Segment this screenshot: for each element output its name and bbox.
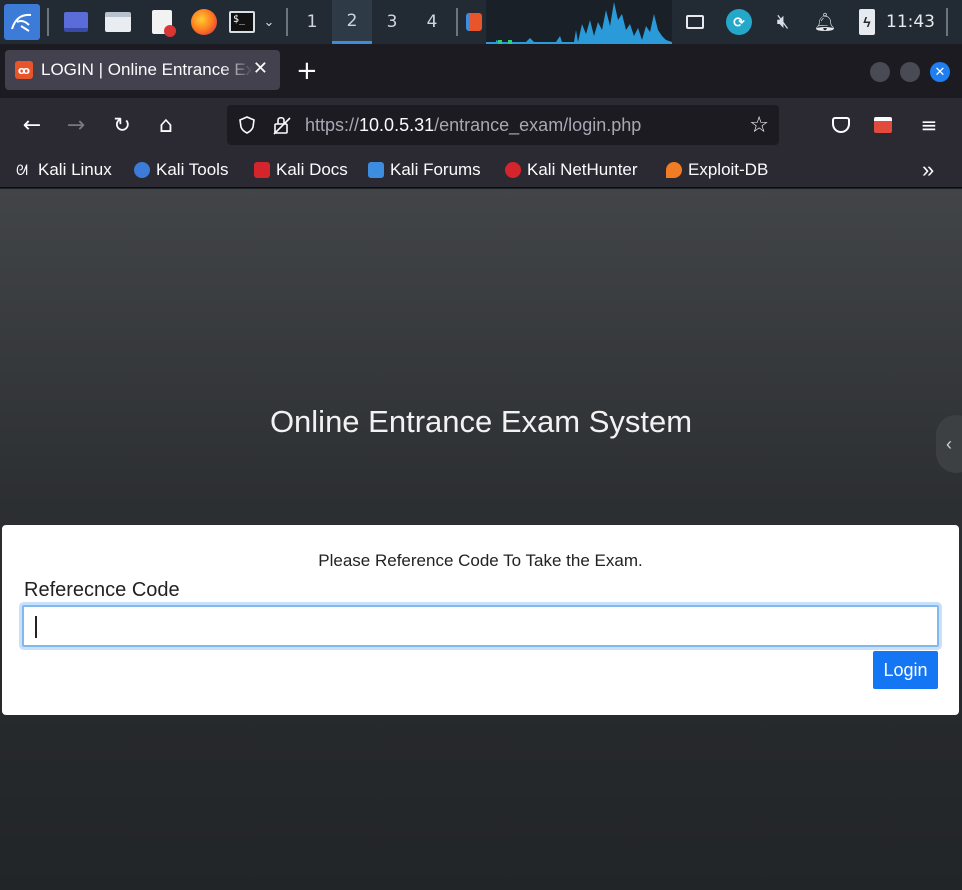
- reload-icon[interactable]: ↻: [106, 98, 138, 152]
- kali-tools-icon: [134, 162, 150, 178]
- bookmark-kali-tools[interactable]: Kali Tools: [134, 152, 228, 188]
- bookmark-kali-forums[interactable]: Kali Forums: [368, 152, 481, 188]
- launcher-chevron-down-icon[interactable]: ⌄: [258, 0, 280, 44]
- hamburger-menu-icon[interactable]: ≡: [914, 98, 944, 152]
- page-content: Online Entrance Exam System ‹ Please Ref…: [0, 189, 962, 890]
- bookmark-star-icon[interactable]: ☆: [749, 105, 769, 145]
- browser-tab-strip: ꝏ LOGIN | Online Entrance Exam System ✕: [0, 44, 962, 98]
- chevron-left-icon: ‹: [946, 433, 952, 454]
- side-panel-toggle[interactable]: ‹: [936, 415, 962, 473]
- system-panel: $_ ⌄ 1 2 3 4 ⟳ 🔇︎ 🔔︎ ϟ 11:43: [0, 0, 962, 44]
- browser-tab-login[interactable]: ꝏ LOGIN | Online Entrance Exam System ✕: [5, 50, 280, 90]
- panel-separator: [47, 8, 49, 36]
- new-tab-plus-icon[interactable]: +: [296, 58, 318, 84]
- bookmark-label: Kali Docs: [276, 160, 348, 179]
- url-bar[interactable]: https://10.0.5.31/entrance_exam/login.ph…: [227, 105, 779, 145]
- url-path: /entrance_exam/login.php: [434, 115, 642, 135]
- bookmark-exploit-db[interactable]: Exploit-DB: [666, 152, 768, 188]
- kali-dragon-icon: [11, 13, 32, 32]
- tracking-shield-icon[interactable]: [237, 115, 257, 135]
- battery-icon[interactable]: ϟ: [854, 0, 880, 44]
- kali-docs-icon: [254, 162, 270, 178]
- instruction-text: Please Reference Code To Take the Exam.: [318, 551, 643, 570]
- notification-bell-icon[interactable]: 🔔︎: [810, 0, 840, 44]
- bookmark-label: Kali NetHunter: [527, 160, 638, 179]
- page-title: Online Entrance Exam System: [269, 404, 693, 439]
- bookmark-label: Kali Linux: [38, 160, 112, 179]
- panel-clock[interactable]: 11:43: [886, 0, 935, 44]
- file-manager-icon[interactable]: [102, 0, 134, 44]
- login-button[interactable]: Login: [873, 651, 938, 689]
- browser-nav-bar: ← → ↻ ⌂ https://10.0.5.31/entrance_exam/…: [0, 98, 962, 152]
- close-window-icon[interactable]: ✕: [930, 62, 950, 82]
- panel-separator: [456, 8, 458, 36]
- bookmark-kali-docs[interactable]: Kali Docs: [254, 152, 348, 188]
- minimize-window-icon[interactable]: [870, 62, 890, 82]
- kali-dragon-icon: ᘛ: [16, 162, 32, 178]
- cpu-graph: [486, 0, 672, 44]
- muted-volume-icon[interactable]: 🔇︎: [766, 0, 800, 44]
- tab-title: LOGIN | Online Entrance Exam System: [41, 60, 253, 79]
- login-card: Please Reference Code To Take the Exam. …: [2, 525, 959, 715]
- nethunter-icon: [505, 162, 521, 178]
- workspace-4[interactable]: 4: [412, 0, 452, 44]
- panel-separator: [946, 8, 948, 36]
- bookmark-label: Kali Forums: [390, 160, 481, 179]
- bookmarks-toolbar: ᘛ Kali Linux Kali Tools Kali Docs Kali Fo…: [0, 152, 962, 188]
- exploit-db-icon: [666, 162, 682, 178]
- tab-close-icon[interactable]: ✕: [253, 58, 268, 79]
- xampp-favicon-icon: ꝏ: [15, 61, 33, 79]
- url-host: 10.0.5.31: [359, 115, 435, 135]
- maximize-window-icon[interactable]: [900, 62, 920, 82]
- text-caret: [35, 616, 37, 638]
- window-button-icon[interactable]: [462, 0, 486, 44]
- workspace-1[interactable]: 1: [292, 0, 332, 44]
- workspace-2[interactable]: 2: [332, 0, 372, 44]
- bookmark-kali-nethunter[interactable]: Kali NetHunter: [505, 152, 638, 188]
- forward-arrow-icon[interactable]: →: [60, 98, 92, 152]
- panel-separator: [286, 8, 288, 36]
- bookmark-label: Exploit-DB: [688, 160, 769, 179]
- url-text[interactable]: https://10.0.5.31/entrance_exam/login.ph…: [305, 105, 641, 145]
- terminal-icon[interactable]: $_: [225, 0, 259, 44]
- pocket-icon[interactable]: [826, 98, 856, 152]
- home-icon[interactable]: ⌂: [150, 98, 182, 152]
- reference-code-label: Referecnce Code: [24, 579, 180, 601]
- display-icon[interactable]: [680, 0, 710, 44]
- url-scheme: https://: [305, 115, 360, 135]
- bookmark-label: Kali Tools: [156, 160, 229, 179]
- back-arrow-icon[interactable]: ←: [16, 98, 48, 152]
- show-desktop-icon[interactable]: [60, 0, 92, 44]
- reference-code-input[interactable]: [22, 605, 939, 647]
- kali-menu-button[interactable]: [4, 4, 40, 40]
- extensions-icon[interactable]: [868, 98, 898, 152]
- bookmarks-overflow-chevron-icon[interactable]: »: [922, 152, 934, 188]
- kali-forums-icon: [368, 162, 384, 178]
- workspace-3[interactable]: 3: [372, 0, 412, 44]
- bookmark-kali-linux[interactable]: ᘛ Kali Linux: [16, 152, 112, 188]
- firefox-icon[interactable]: [187, 0, 221, 44]
- text-editor-icon[interactable]: [146, 0, 178, 44]
- insecure-lock-icon[interactable]: [271, 114, 293, 136]
- network-manager-icon[interactable]: ⟳: [722, 0, 756, 44]
